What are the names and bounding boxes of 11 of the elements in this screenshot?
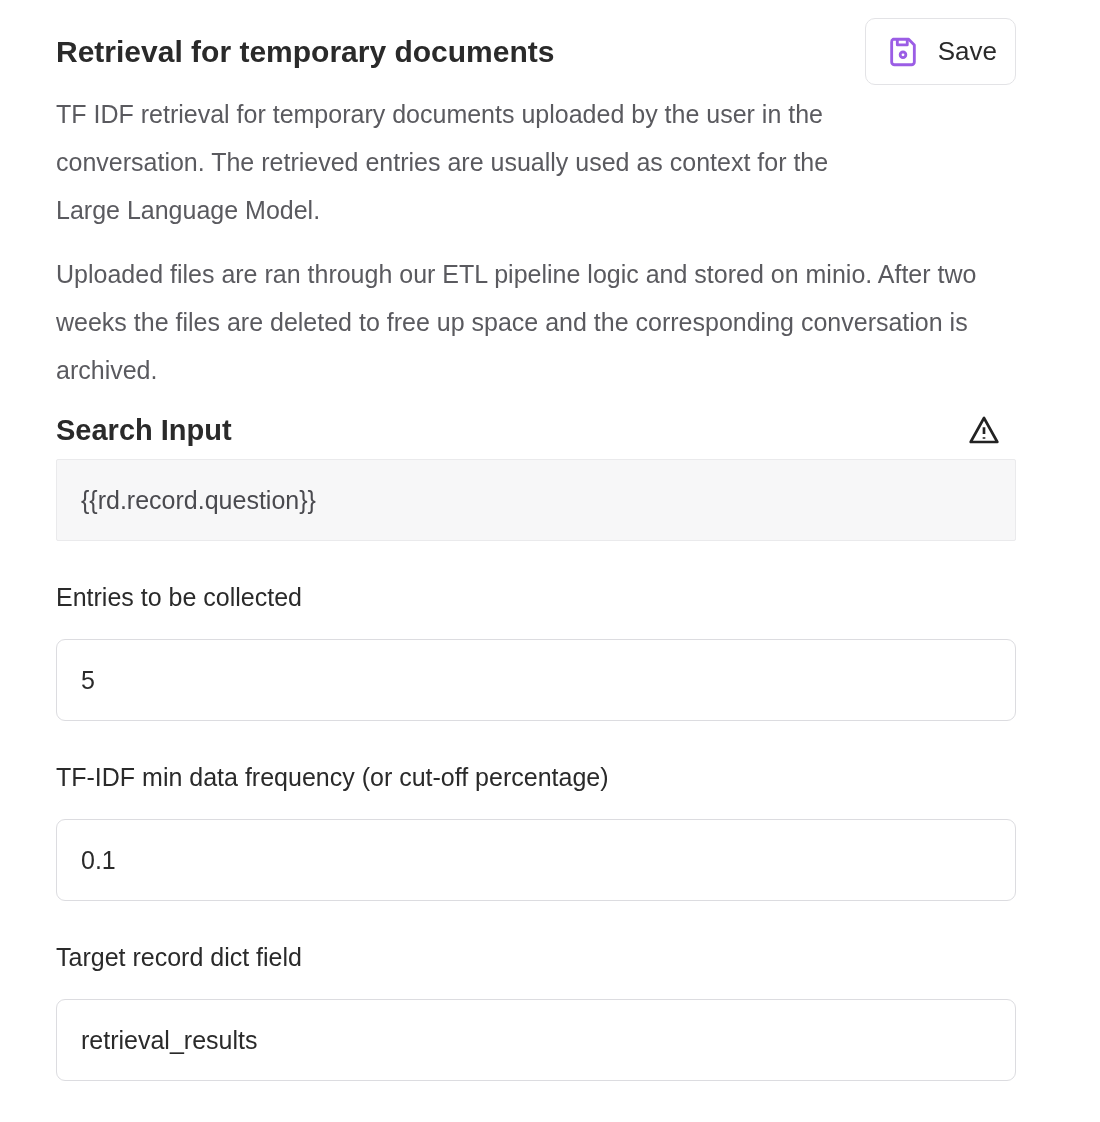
description-text: Uploaded files are ran through our ETL pipeline logic and stored on minio. After two weeks the files are deleted to free up space and the corresponding conversation is archived. bbox=[56, 259, 978, 386]
input-field[interactable]: 0.1 bbox=[56, 819, 1016, 901]
description-text: TF IDF retrieval for temporary documents uploaded by the user in the conversation. The retrieved entries are usually used as context for the Large Language Model. bbox=[56, 99, 830, 226]
form-title: Retrieval for temporary documents bbox=[56, 34, 555, 69]
field-label: Search Input bbox=[56, 413, 232, 448]
field-label: TF-IDF min data frequency (or cut-off percentage) bbox=[56, 762, 609, 792]
field-label: Entries to be collected bbox=[56, 582, 302, 612]
input-field[interactable]: retrieval_results bbox=[56, 999, 1016, 1081]
input-field[interactable]: 5 bbox=[56, 639, 1016, 721]
field-label: Target record dict field bbox=[56, 942, 302, 972]
save-button[interactable]: Save bbox=[864, 18, 1016, 85]
